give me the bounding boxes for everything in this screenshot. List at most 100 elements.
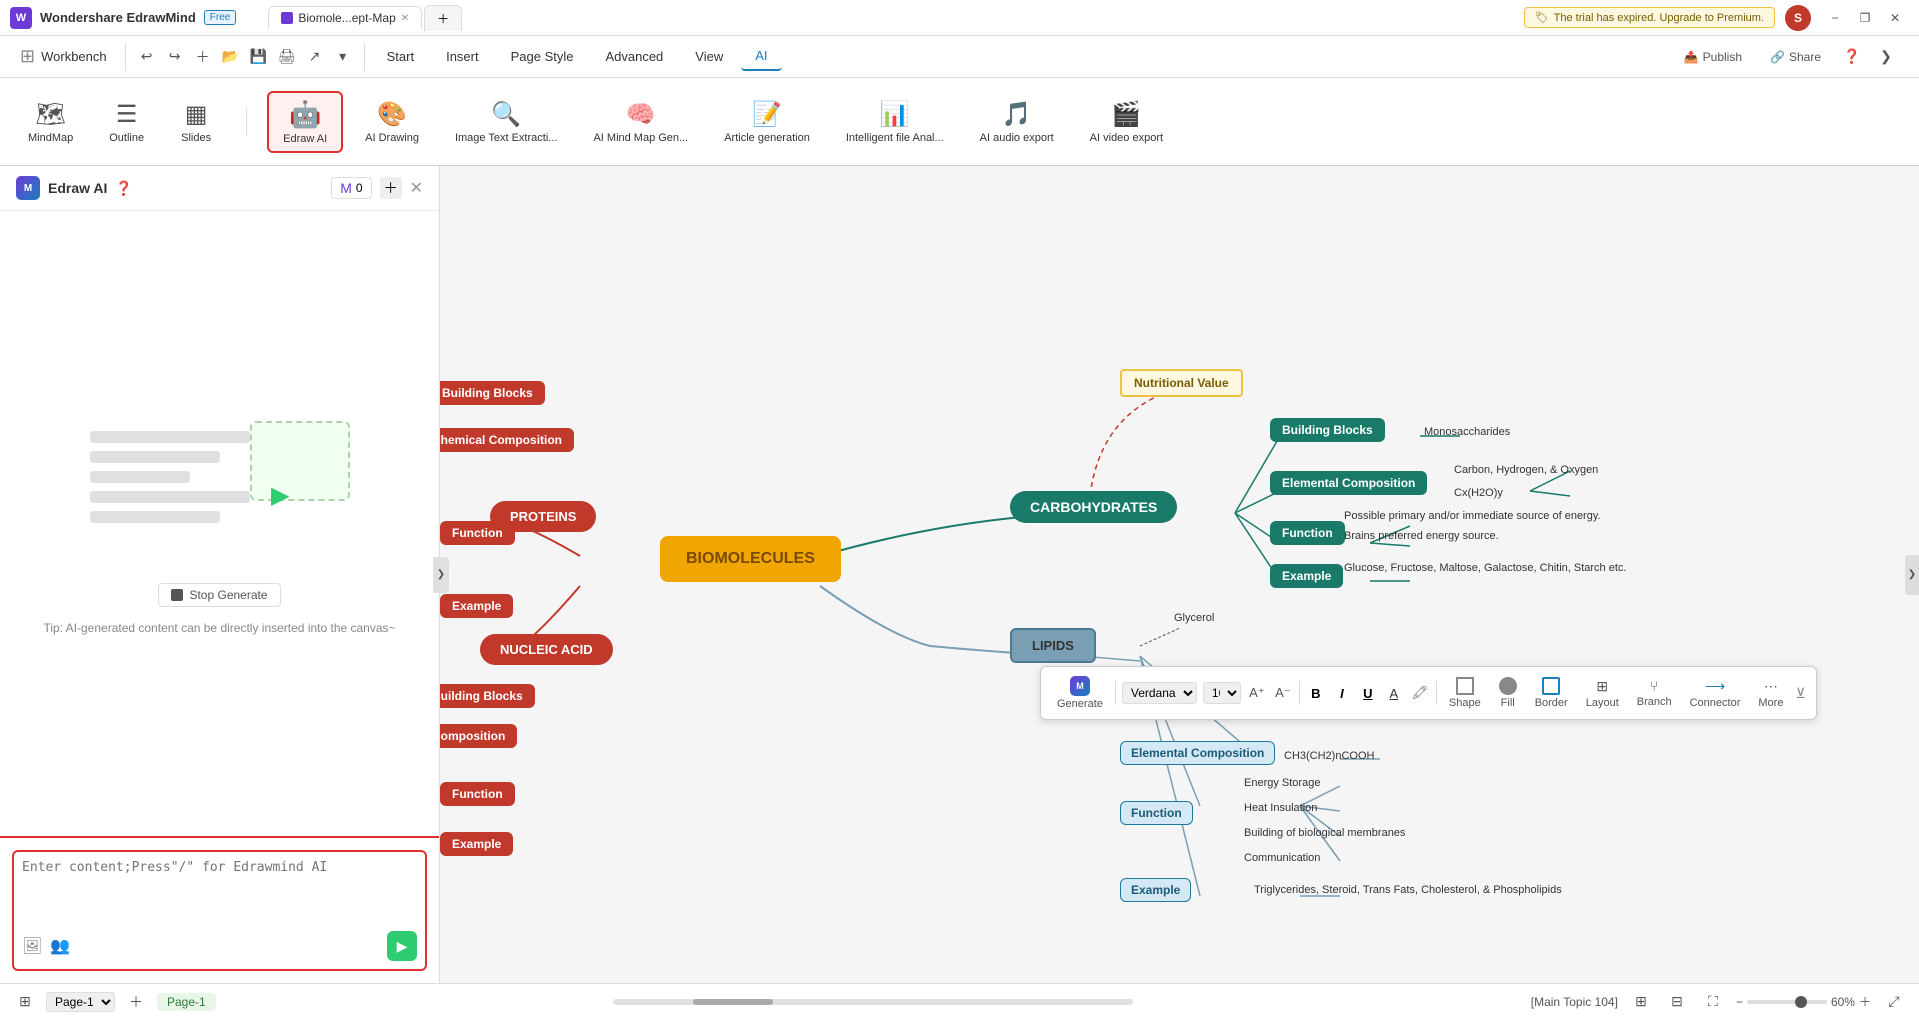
- lipids-glycerol: Glycerol: [1160, 606, 1228, 630]
- carbo-building-blocks[interactable]: Building Blocks: [1270, 418, 1385, 442]
- shape-button[interactable]: Shape: [1443, 674, 1487, 712]
- intelligent-file-label: Intelligent file Anal...: [846, 132, 944, 144]
- carbo-elemental-label: Elemental Composition: [1282, 476, 1415, 490]
- ribbon-ai-drawing[interactable]: 🎨 AI Drawing: [351, 94, 433, 150]
- ribbon-intelligent-file[interactable]: 📊 Intelligent file Anal...: [832, 94, 958, 150]
- help-circle-icon[interactable]: ❓: [115, 180, 132, 197]
- zoom-plus-icon[interactable]: ＋: [1859, 993, 1871, 1010]
- node-biomolecules[interactable]: BIOMOLECULES: [660, 536, 841, 582]
- menu-ai[interactable]: AI: [741, 42, 781, 71]
- zoom-slider[interactable]: [1747, 1000, 1827, 1004]
- ribbon-article-gen[interactable]: 📝 Article generation: [710, 94, 824, 150]
- ribbon-outline[interactable]: ☰ Outline: [95, 94, 158, 150]
- people-icon[interactable]: 👥: [50, 936, 70, 956]
- restore-button[interactable]: ❐: [1851, 7, 1879, 29]
- node-nucleic-function[interactable]: Function: [440, 782, 515, 806]
- branch-button[interactable]: ⑂ Branch: [1631, 675, 1678, 711]
- layout-button[interactable]: ⊞ Layout: [1580, 675, 1625, 712]
- fill-button[interactable]: Fill: [1493, 674, 1523, 712]
- font-decrease-icon[interactable]: A⁻: [1273, 683, 1293, 703]
- share-button[interactable]: 🔗 Share: [1760, 46, 1831, 68]
- menu-insert[interactable]: Insert: [432, 43, 493, 70]
- outline-icon: ☰: [116, 100, 138, 129]
- tab-active[interactable]: Biomole...ept-Map ✕: [268, 6, 422, 29]
- menu-start[interactable]: Start: [373, 43, 428, 70]
- node-proteins-example[interactable]: Example: [440, 594, 513, 618]
- fullscreen-icon[interactable]: ⛶: [1700, 989, 1726, 1015]
- bold-button[interactable]: B: [1306, 683, 1326, 703]
- font-selector[interactable]: Verdana: [1122, 682, 1197, 704]
- canvas[interactable]: BIOMOLECULES PROTEINS NUCLEIC ACID Build…: [440, 166, 1919, 983]
- ribbon-ai-video[interactable]: 🎬 AI video export: [1076, 94, 1177, 150]
- node-nucleic[interactable]: NUCLEIC ACID: [480, 634, 613, 665]
- publish-button[interactable]: 📤 Publish: [1674, 46, 1752, 68]
- ribbon-image-text[interactable]: 🔍 Image Text Extracti...: [441, 94, 572, 150]
- open-icon[interactable]: 📂: [218, 44, 244, 70]
- ribbon-ai-audio[interactable]: 🎵 AI audio export: [966, 94, 1068, 150]
- export-icon[interactable]: ↗: [302, 44, 328, 70]
- ai-logo: M: [16, 176, 40, 200]
- node-lipids[interactable]: LIPIDS: [1010, 628, 1096, 663]
- node-nucleic-example[interactable]: Example: [440, 832, 513, 856]
- status-grid-icon[interactable]: ⊞: [12, 989, 38, 1015]
- trial-banner[interactable]: 🏷 The trial has expired. Upgrade to Prem…: [1524, 7, 1775, 28]
- node-carbohydrates[interactable]: CARBOHYDRATES: [1010, 491, 1177, 523]
- print-icon[interactable]: 🖨: [274, 44, 300, 70]
- generate-button[interactable]: M Generate: [1051, 673, 1109, 713]
- highlight-icon[interactable]: 🖍: [1410, 683, 1430, 703]
- more-icon[interactable]: ▾: [330, 44, 356, 70]
- ribbon-ai-mindmap[interactable]: 🧠 AI Mind Map Gen...: [579, 94, 702, 150]
- lipids-elemental-comp[interactable]: Elemental Composition: [1120, 741, 1275, 765]
- ribbon-mindmap[interactable]: 🗺 MindMap: [14, 94, 87, 150]
- horizontal-scrollbar[interactable]: [613, 999, 1133, 1005]
- expand-icon[interactable]: ⊻: [1795, 685, 1805, 702]
- more-button[interactable]: ⋯ More: [1752, 675, 1789, 712]
- ribbon-slides[interactable]: ▦ Slides: [166, 94, 226, 150]
- border-button[interactable]: Border: [1529, 674, 1574, 712]
- undo-icon[interactable]: ↩: [134, 44, 160, 70]
- node-nucleic-building[interactable]: Building Blocks: [440, 684, 535, 708]
- carbo-elemental-comp[interactable]: Elemental Composition: [1270, 471, 1427, 495]
- node-proteins-building-blocks[interactable]: Building Blocks: [440, 381, 545, 405]
- redo-icon[interactable]: ↪: [162, 44, 188, 70]
- page-selector[interactable]: Page-1: [46, 992, 115, 1012]
- node-nucleic-comp[interactable]: Composition: [440, 724, 517, 748]
- font-increase-icon[interactable]: A⁺: [1247, 683, 1267, 703]
- menu-view[interactable]: View: [681, 43, 737, 70]
- help-icon[interactable]: ❓: [1839, 44, 1865, 70]
- close-button[interactable]: ✕: [1881, 7, 1909, 29]
- minimize-button[interactable]: −: [1821, 7, 1849, 29]
- collapse-panel-arrow[interactable]: ❯: [433, 557, 449, 593]
- italic-button[interactable]: I: [1332, 683, 1352, 703]
- columns-icon[interactable]: ⊟: [1664, 989, 1690, 1015]
- send-button[interactable]: ▶: [387, 931, 417, 961]
- zoom-minus-icon[interactable]: −: [1736, 995, 1743, 1009]
- close-panel-button[interactable]: ✕: [410, 178, 423, 198]
- image-upload-icon[interactable]: 🖼: [22, 936, 42, 956]
- lipids-function[interactable]: Function: [1120, 801, 1193, 825]
- fit-to-screen-icon[interactable]: ⤢: [1881, 989, 1907, 1015]
- tab-close-icon[interactable]: ✕: [401, 13, 409, 24]
- connector-button[interactable]: ⟶ Connector: [1684, 675, 1747, 712]
- collapse-right-icon[interactable]: ❯: [1873, 44, 1899, 70]
- tab-new[interactable]: ＋: [424, 5, 462, 31]
- node-proteins-function[interactable]: Function: [440, 521, 515, 545]
- menu-pagestyle[interactable]: Page Style: [497, 43, 588, 70]
- fit-icon[interactable]: ⊞: [1628, 989, 1654, 1015]
- ribbon-edraw-ai[interactable]: 🤖 Edraw AI: [267, 91, 343, 153]
- canvas-collapse-right[interactable]: ❯: [1905, 555, 1919, 595]
- lipids-example[interactable]: Example: [1120, 878, 1191, 902]
- add-credits-button[interactable]: ＋: [380, 177, 402, 199]
- stop-generate-button[interactable]: Stop Generate: [158, 583, 280, 607]
- menu-advanced[interactable]: Advanced: [591, 43, 677, 70]
- save-icon[interactable]: 💾: [246, 44, 272, 70]
- node-proteins-chemical[interactable]: Chemical Composition: [440, 428, 574, 452]
- add-page-icon[interactable]: ＋: [123, 989, 149, 1015]
- node-nutritional-value[interactable]: Nutritional Value: [1120, 369, 1243, 397]
- ai-input-field[interactable]: [22, 860, 417, 920]
- size-selector[interactable]: 16: [1203, 682, 1241, 704]
- new-icon[interactable]: ＋: [190, 44, 216, 70]
- user-avatar[interactable]: S: [1785, 5, 1811, 31]
- underline-button[interactable]: U: [1358, 683, 1378, 703]
- font-color-icon[interactable]: A: [1384, 683, 1404, 703]
